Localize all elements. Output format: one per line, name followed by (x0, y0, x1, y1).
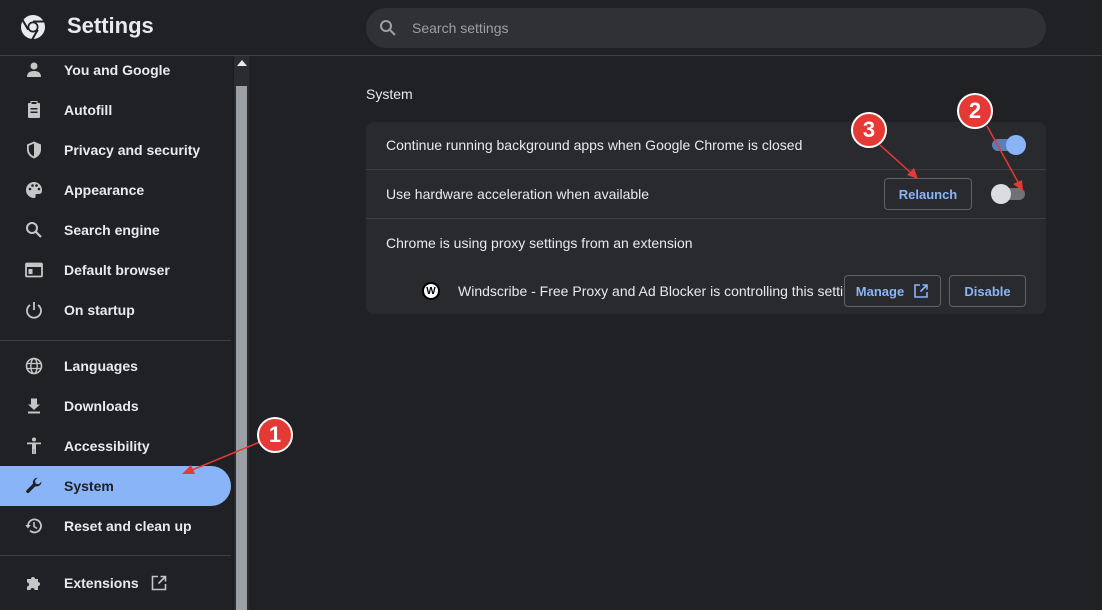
background-apps-toggle[interactable] (992, 135, 1026, 155)
relaunch-button[interactable]: Relaunch (884, 178, 972, 210)
extension-controlling-text: Windscribe - Free Proxy and Ad Blocker i… (458, 283, 859, 299)
sidebar-divider (0, 555, 231, 556)
sidebar-item-search-engine[interactable]: Search engine (0, 210, 231, 250)
browser-icon (25, 262, 43, 278)
system-settings-card: Continue running background apps when Go… (366, 122, 1046, 314)
sidebar-item-label: Appearance (64, 182, 145, 198)
sidebar-item-you-and-google[interactable]: You and Google (0, 50, 231, 90)
sidebar-item-accessibility[interactable]: Accessibility (0, 426, 231, 466)
sidebar-item-label: Privacy and security (64, 142, 201, 158)
wrench-icon (26, 477, 42, 494)
clipboard-icon (28, 101, 40, 118)
callout-badge-2: 2 (957, 93, 993, 129)
scrollbar-thumb[interactable] (236, 86, 247, 610)
sidebar-item-label: System (64, 478, 114, 494)
sidebar-item-autofill[interactable]: Autofill (0, 90, 231, 130)
toggle-knob (1006, 135, 1026, 155)
sidebar-item-system[interactable]: System (0, 466, 231, 506)
sidebar-item-label: You and Google (64, 62, 171, 78)
sidebar-item-label: Downloads (64, 398, 139, 414)
open-in-new-icon (151, 575, 167, 591)
row-divider (366, 169, 1046, 170)
sidebar-item-label: Default browser (64, 262, 170, 278)
windscribe-extension-icon: W (422, 282, 440, 300)
sidebar-item-reset-and-clean-up[interactable]: Reset and clean up (0, 506, 231, 546)
shield-icon (27, 141, 41, 159)
callout-badge-3: 3 (851, 112, 887, 148)
sidebar-item-appearance[interactable]: Appearance (0, 170, 231, 210)
sidebar-divider (0, 340, 231, 341)
section-title: System (366, 86, 413, 102)
sidebar-item-label: On startup (64, 302, 135, 318)
sidebar: You and Google Autofill Privacy and secu… (0, 56, 233, 610)
manage-button[interactable]: Manage (844, 275, 941, 307)
header: Settings (0, 0, 1102, 56)
palette-icon (26, 182, 42, 198)
globe-icon (25, 357, 43, 375)
app-title: Settings (67, 13, 154, 38)
sidebar-item-label: Reset and clean up (64, 518, 192, 534)
search-bar[interactable] (366, 8, 1046, 48)
scroll-up-arrow-icon[interactable] (237, 60, 247, 66)
sidebar-item-privacy-and-security[interactable]: Privacy and security (0, 130, 231, 170)
row-divider (366, 218, 1046, 219)
sidebar-item-label: Search engine (64, 222, 160, 238)
sidebar-item-default-browser[interactable]: Default browser (0, 250, 231, 290)
sidebar-item-label: Languages (64, 358, 138, 374)
sidebar-item-downloads[interactable]: Downloads (0, 386, 231, 426)
manage-button-label: Manage (855, 283, 905, 299)
toggle-knob (991, 184, 1011, 204)
chrome-logo-icon (21, 15, 45, 40)
download-icon (28, 398, 40, 414)
hardware-acceleration-label: Use hardware acceleration when available (386, 186, 650, 202)
sidebar-scrollbar[interactable] (233, 56, 249, 610)
sidebar-item-on-startup[interactable]: On startup (0, 290, 231, 330)
sidebar-item-label: Extensions (64, 575, 139, 591)
disable-button[interactable]: Disable (949, 275, 1026, 307)
sidebar-item-languages[interactable]: Languages (0, 346, 231, 386)
sidebar-item-extensions[interactable]: Extensions (0, 563, 231, 603)
search-icon (26, 222, 42, 238)
background-apps-label: Continue running background apps when Go… (386, 137, 803, 153)
restore-icon (25, 518, 42, 534)
hardware-acceleration-toggle[interactable] (991, 184, 1025, 204)
open-in-new-icon (914, 284, 929, 298)
accessibility-icon (27, 437, 41, 454)
puzzle-icon (27, 577, 40, 590)
power-icon (26, 302, 42, 319)
search-icon (380, 20, 396, 36)
callout-badge-1: 1 (257, 417, 293, 453)
sidebar-item-label: Autofill (64, 102, 113, 118)
search-input[interactable] (412, 8, 1012, 48)
person-icon (27, 62, 41, 77)
proxy-settings-label: Chrome is using proxy settings from an e… (386, 235, 693, 251)
sidebar-item-label: Accessibility (64, 438, 150, 454)
